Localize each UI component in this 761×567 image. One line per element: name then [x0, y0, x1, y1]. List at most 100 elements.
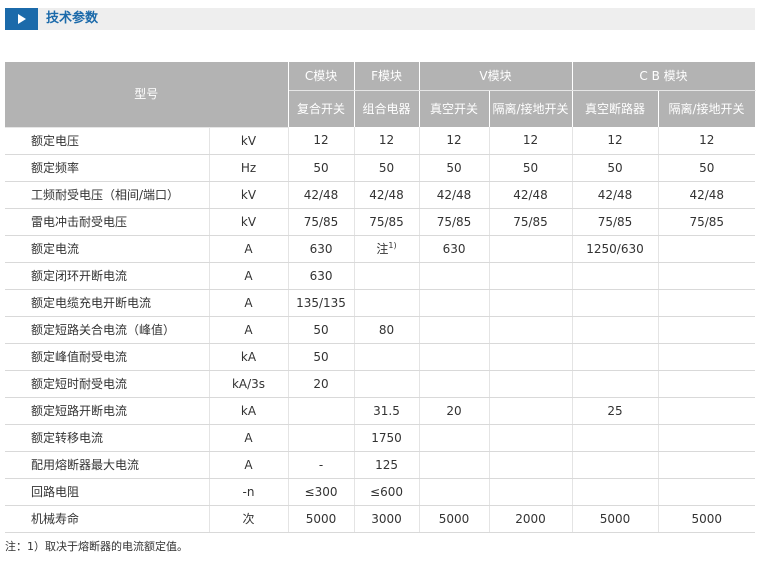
footnote-ref: 1) — [388, 240, 397, 250]
param-name: 回路电阻 — [5, 478, 210, 506]
value-cell — [658, 370, 756, 398]
value-cell: 75/85 — [658, 208, 756, 236]
param-unit: A — [209, 289, 289, 317]
table-row: 额定转移电流 A 1750 — [5, 424, 756, 452]
param-unit: -n — [209, 478, 289, 506]
value-cell — [419, 478, 490, 506]
value-cell — [489, 262, 573, 290]
param-unit: kV — [209, 181, 289, 209]
value-cell: 42/48 — [419, 181, 490, 209]
param-name: 额定电压 — [5, 127, 210, 155]
value-cell: 1750 — [354, 424, 420, 452]
table-row: 工频耐受电压（相间/端口） kV 42/48 42/48 42/48 42/48 42/48… — [5, 181, 756, 209]
play-triangle-icon — [18, 14, 26, 24]
param-unit: A — [209, 451, 289, 479]
value-cell — [572, 262, 659, 290]
value-cell: 20 — [419, 397, 490, 425]
value-cell: 12 — [572, 127, 659, 155]
value-cell — [572, 451, 659, 479]
param-name: 额定电缆充电开断电流 — [5, 289, 210, 317]
param-name: 额定短路关合电流（峰值） — [5, 316, 210, 344]
value-cell — [489, 370, 573, 398]
value-cell — [489, 316, 573, 344]
value-cell: 12 — [419, 127, 490, 155]
param-name: 额定电流 — [5, 235, 210, 263]
value-cell: 50 — [288, 343, 355, 371]
value-cell — [658, 451, 756, 479]
value-cell: 5000 — [658, 505, 756, 533]
value-cell: 50 — [489, 154, 573, 182]
value-cell — [658, 316, 756, 344]
param-name: 额定短时耐受电流 — [5, 370, 210, 398]
value-cell: - — [288, 451, 355, 479]
param-unit: kV — [209, 127, 289, 155]
value-cell: 42/48 — [489, 181, 573, 209]
value-cell: 75/85 — [419, 208, 490, 236]
value-cell: 5000 — [288, 505, 355, 533]
param-name: 雷电冲击耐受电压 — [5, 208, 210, 236]
table-row: 机械寿命次 5000 3000 5000 2000 5000 5000 — [5, 505, 756, 533]
sub-header: 隔离/接地开关 — [488, 90, 573, 127]
value-cell — [572, 370, 659, 398]
value-cell — [572, 289, 659, 317]
value-cell: 80 — [354, 316, 420, 344]
table-row: 额定电缆充电开断电流 A 135/135 — [5, 289, 756, 317]
value-cell — [658, 424, 756, 452]
param-name: 机械寿命 — [5, 505, 210, 533]
value-cell — [419, 370, 490, 398]
spec-table: 型号 C模块 F模块 V模块 C B 模块 复合开关 组合电器 真空开关 隔离/… — [5, 62, 756, 533]
value-cell — [489, 289, 573, 317]
table-row: 额定电压 kV 12 12 12 12 12 12 — [5, 127, 756, 155]
value-cell — [572, 343, 659, 371]
value-cell: 125 — [354, 451, 420, 479]
group-header-cb: C B 模块 — [571, 62, 756, 91]
param-unit: kV — [209, 208, 289, 236]
table-row: 额定频率 Hz 50 50 50 50 50 50 — [5, 154, 756, 182]
value-cell: 42/48 — [572, 181, 659, 209]
value-cell: 12 — [354, 127, 420, 155]
group-header-v: V模块 — [418, 62, 573, 91]
table-row: 额定短路关合电流（峰值） A 50 80 — [5, 316, 756, 344]
sub-header: 隔离/接地开关 — [657, 90, 756, 127]
value-cell: 50 — [658, 154, 756, 182]
value-cell: 2000 — [489, 505, 573, 533]
value-cell — [419, 343, 490, 371]
param-unit: A — [209, 424, 289, 452]
value-cell — [288, 424, 355, 452]
value-cell: 12 — [489, 127, 573, 155]
value-cell: 75/85 — [288, 208, 355, 236]
param-unit: A — [209, 235, 289, 263]
value-cell — [419, 316, 490, 344]
value-cell: ≤600 — [354, 478, 420, 506]
value-cell — [489, 451, 573, 479]
value-cell — [419, 289, 490, 317]
value-cell — [658, 343, 756, 371]
param-name: 额定转移电流 — [5, 424, 210, 452]
value-cell — [572, 424, 659, 452]
value-cell — [658, 235, 756, 263]
value-cell — [419, 424, 490, 452]
value-cell: 135/135 — [288, 289, 355, 317]
value-cell — [288, 397, 355, 425]
value-cell — [489, 343, 573, 371]
param-unit: kA — [209, 343, 289, 371]
table-row: 额定短路开断电流 kA 31.5 20 25 — [5, 397, 756, 425]
table-row: 雷电冲击耐受电压 kV 75/85 75/85 75/85 75/85 75/85 75/85 — [5, 208, 756, 236]
value-cell: 12 — [658, 127, 756, 155]
value-cell: 5000 — [572, 505, 659, 533]
value-cell: 31.5 — [354, 397, 420, 425]
value-cell: 42/48 — [288, 181, 355, 209]
value-cell: 42/48 — [658, 181, 756, 209]
section-header-bar — [5, 8, 755, 30]
param-unit: kA/3s — [209, 370, 289, 398]
value-cell: 50 — [354, 154, 420, 182]
table-row: 配用熔断器最大电流 A -125 — [5, 451, 756, 479]
value-cell — [658, 397, 756, 425]
param-name: 工频耐受电压（相间/端口） — [5, 181, 210, 209]
param-unit: A — [209, 316, 289, 344]
value-cell — [354, 289, 420, 317]
section-title: 技术参数 — [46, 11, 99, 26]
value-cell: 注1) — [354, 235, 420, 263]
group-header-c: C模块 — [287, 62, 355, 91]
table-row: 额定闭环开断电流 A 630 — [5, 262, 756, 290]
